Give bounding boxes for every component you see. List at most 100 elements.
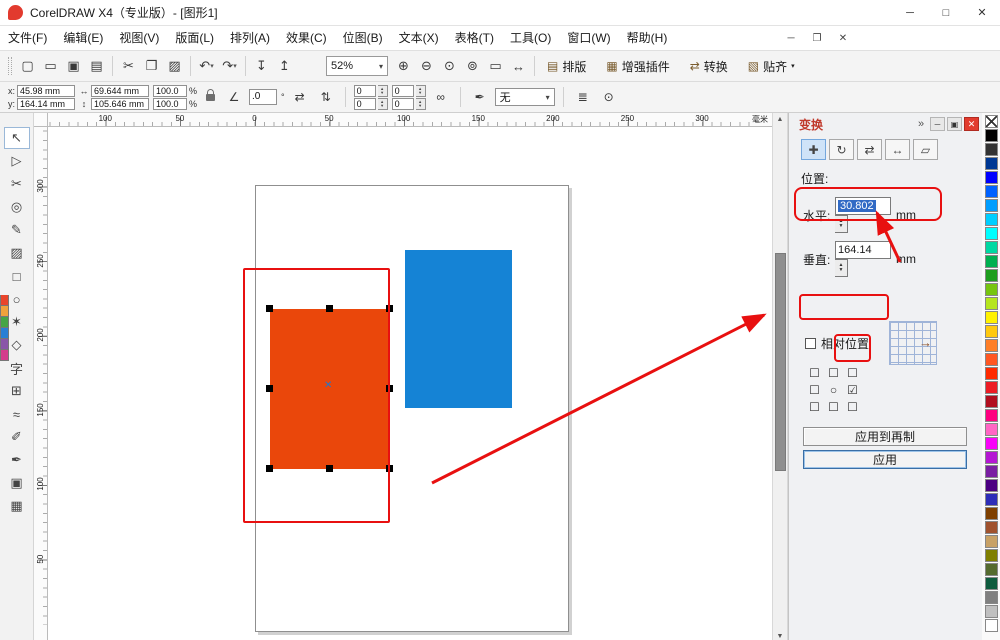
menu-item[interactable]: 编辑(E) (55, 26, 111, 51)
ruler-origin[interactable] (34, 113, 48, 127)
rotate-button[interactable]: ↻ (829, 139, 854, 160)
menu-item[interactable]: 工具(O) (502, 26, 559, 51)
copy-icon[interactable]: ❐ (140, 55, 163, 78)
blue-rectangle[interactable] (405, 250, 512, 408)
zoom-page-icon[interactable]: ▭ (484, 55, 507, 78)
crop-tool[interactable]: ✂ (4, 173, 30, 195)
color-swatch[interactable] (984, 437, 998, 450)
x-position-field[interactable]: 45.98 mm (17, 84, 75, 97)
vertical-value-input[interactable]: 164.14 (835, 241, 891, 259)
color-swatch[interactable] (984, 353, 998, 366)
selection-handle[interactable] (386, 305, 393, 312)
import-icon[interactable]: ↧ (250, 55, 273, 78)
wrap-text-button[interactable]: ≣ (572, 86, 594, 108)
lock-ratio-button[interactable] (201, 85, 219, 109)
color-swatch[interactable] (984, 283, 998, 296)
scale-y-field[interactable]: 100.0 (153, 97, 187, 110)
color-swatch[interactable] (984, 409, 998, 422)
scroll-up-icon[interactable]: ▲ (773, 113, 787, 127)
table-tool[interactable]: ⊞ (4, 380, 30, 402)
paste-icon[interactable]: ▨ (163, 55, 186, 78)
zoom-tool[interactable]: ◎ (4, 196, 30, 218)
menu-item[interactable]: 窗口(W) (559, 26, 618, 51)
color-swatch[interactable] (0, 350, 9, 361)
docker-minimize-button[interactable]: ─ (930, 117, 945, 131)
position-button[interactable]: ✚ (801, 139, 826, 160)
selection-handle[interactable] (326, 465, 333, 472)
corner-br-spinner[interactable]: ▲ ▼ (415, 97, 426, 110)
menu-item[interactable]: 排列(A) (222, 26, 278, 51)
apply-button[interactable]: 应用 (803, 450, 967, 469)
color-swatch[interactable] (984, 591, 998, 604)
corner-bl-spinner[interactable]: ▲ ▼ (377, 97, 388, 110)
doc-restore-button[interactable]: ❐ (810, 33, 824, 44)
color-swatch[interactable] (984, 213, 998, 226)
color-swatch[interactable] (984, 157, 998, 170)
color-swatch[interactable] (984, 381, 998, 394)
color-swatch[interactable] (0, 328, 9, 339)
color-swatch[interactable] (984, 255, 998, 268)
color-swatch[interactable] (984, 339, 998, 352)
color-swatch[interactable] (984, 451, 998, 464)
color-swatch[interactable] (984, 297, 998, 310)
color-swatch[interactable] (984, 535, 998, 548)
corner-tr-field[interactable]: 0 (391, 84, 414, 97)
apply-to-duplicate-button[interactable]: 应用到再制 (803, 427, 967, 446)
redo-icon[interactable]: ↷ ▾ (218, 55, 241, 78)
color-swatch[interactable] (0, 295, 9, 306)
color-swatch[interactable] (984, 619, 998, 632)
color-swatch[interactable] (984, 605, 998, 618)
vertical-ruler[interactable]: 300 250 200 150 100 50 (34, 127, 48, 640)
color-swatch[interactable] (984, 563, 998, 576)
color-swatch[interactable] (984, 143, 998, 156)
scroll-down-icon[interactable]: ▼ (773, 633, 787, 640)
anchor-cell[interactable]: ○ (824, 381, 843, 398)
menu-item[interactable]: 文本(X) (391, 26, 447, 51)
size-button[interactable]: ↔ (885, 139, 910, 160)
doc-close-button[interactable]: ✕ (836, 33, 850, 44)
color-swatch[interactable] (0, 306, 9, 317)
selection-handle[interactable] (326, 305, 333, 312)
cut-icon[interactable]: ✂ (117, 55, 140, 78)
color-swatch[interactable] (984, 507, 998, 520)
color-swatch[interactable] (984, 129, 998, 142)
object-center-mark[interactable]: ✕ (324, 380, 332, 391)
color-swatch[interactable] (984, 521, 998, 534)
docker-chevron-icon[interactable]: » (914, 118, 928, 130)
color-swatch[interactable] (984, 185, 998, 198)
save-icon[interactable]: ▣ (62, 55, 85, 78)
anchor-cell[interactable]: ☐ (805, 364, 824, 381)
outline-tool[interactable]: ✒ (4, 449, 30, 471)
selection-handle[interactable] (266, 305, 273, 312)
print-icon[interactable]: ▤ (85, 55, 108, 78)
zoom-all-icon[interactable]: ⊚ (461, 55, 484, 78)
color-swatch[interactable] (984, 479, 998, 492)
new-icon[interactable]: ▢ (16, 55, 39, 78)
color-swatch[interactable] (0, 339, 9, 350)
zoom-out-icon[interactable]: ⊖ (415, 55, 438, 78)
no-color-swatch[interactable] (984, 115, 998, 128)
maximize-button[interactable]: □ (928, 0, 964, 25)
selection-handle[interactable] (386, 385, 393, 392)
color-swatch[interactable] (984, 311, 998, 324)
freehand-tool[interactable]: ✎ (4, 219, 30, 241)
skew-button[interactable]: ▱ (913, 139, 938, 160)
mirror-vertical-button[interactable]: ⇅ (315, 86, 337, 108)
vertical-spinner[interactable]: ▲ ▼ (835, 259, 848, 277)
fill-tool[interactable]: ▣ (4, 472, 30, 494)
close-button[interactable]: ✕ (964, 0, 1000, 25)
anchor-cell[interactable]: ☐ (843, 398, 862, 415)
export-icon[interactable]: ↥ (273, 55, 296, 78)
color-swatch[interactable] (984, 241, 998, 254)
color-swatch[interactable] (984, 577, 998, 590)
corner-tr-spinner[interactable]: ▲ ▼ (415, 84, 426, 97)
selection-handle[interactable] (266, 385, 273, 392)
color-swatch[interactable] (984, 269, 998, 282)
color-swatch[interactable] (984, 423, 998, 436)
color-swatch[interactable] (984, 395, 998, 408)
anchor-cell[interactable]: ☐ (824, 364, 843, 381)
color-swatch[interactable] (984, 465, 998, 478)
zoom-width-icon[interactable]: ↔ (507, 55, 530, 78)
object-height-field[interactable]: 105.646 mm (91, 97, 149, 110)
color-swatch[interactable] (984, 549, 998, 562)
